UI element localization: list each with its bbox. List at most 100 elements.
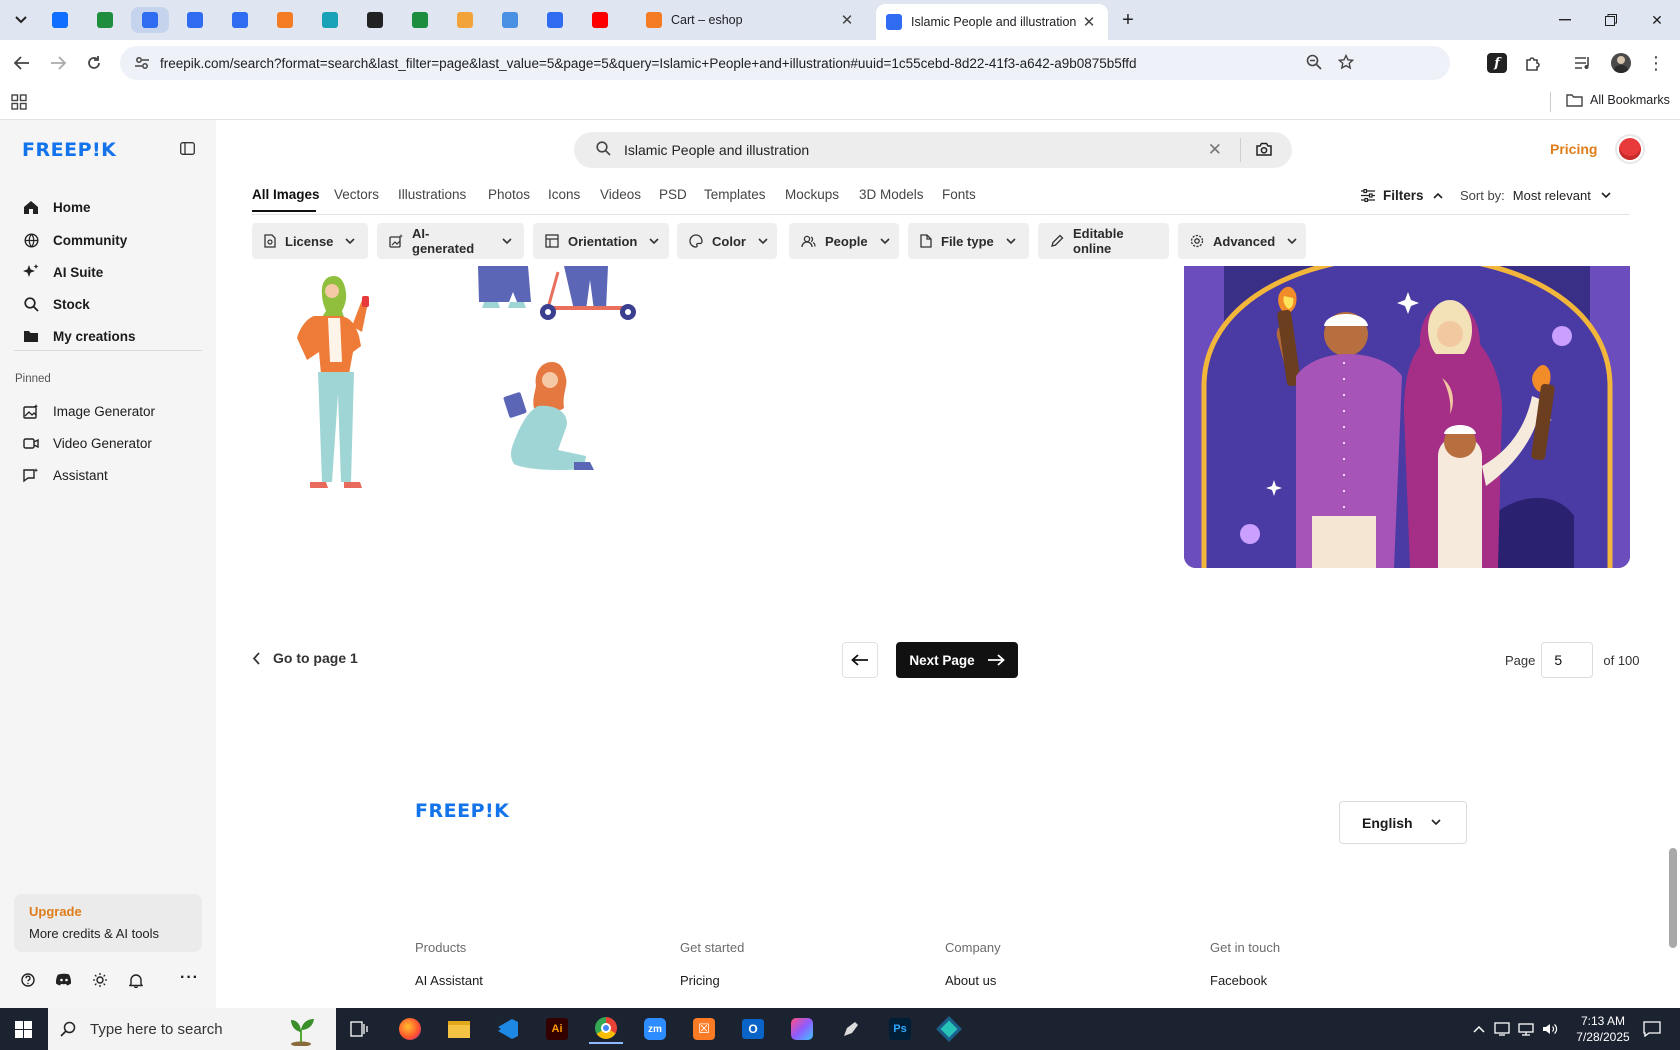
sort-dropdown[interactable]: Sort by: Most relevant: [1460, 188, 1611, 203]
pinned-tab[interactable]: [311, 7, 349, 33]
close-icon[interactable]: ✕: [838, 11, 856, 29]
pinned-tab[interactable]: [536, 7, 574, 33]
minimize-button[interactable]: [1553, 8, 1577, 32]
tab-vectors[interactable]: Vectors: [334, 187, 379, 202]
sidebar-item-video-generator[interactable]: Video Generator: [14, 428, 204, 458]
tray-overflow-icon[interactable]: [1471, 1021, 1487, 1037]
windows-start-icon[interactable]: [15, 1021, 32, 1041]
collapse-sidebar-icon[interactable]: [180, 142, 195, 158]
theme-sun-icon[interactable]: [93, 973, 107, 990]
pinned-tab[interactable]: [491, 7, 529, 33]
tab-search-button[interactable]: [2, 7, 40, 33]
creative-cloud-icon[interactable]: [785, 1014, 819, 1044]
site-info-icon[interactable]: [134, 55, 150, 71]
tab-photos[interactable]: Photos: [488, 187, 530, 202]
filter-ai-generated[interactable]: AI-generated: [377, 223, 524, 259]
pinned-tab[interactable]: [266, 7, 304, 33]
sidebar-item-my-creations[interactable]: My creations: [14, 321, 204, 351]
discord-icon[interactable]: [55, 973, 72, 989]
language-select[interactable]: English: [1339, 801, 1467, 844]
tab-active-freepik[interactable]: Islamic People and illustration ✕: [876, 4, 1108, 40]
tray-app-icon[interactable]: [1494, 1021, 1510, 1037]
pinned-tab[interactable]: [41, 7, 79, 33]
xampp-icon[interactable]: ☒: [687, 1014, 721, 1044]
sidebar-item-home[interactable]: Home: [14, 192, 204, 222]
go-to-first-page-link[interactable]: Go to page 1: [252, 650, 358, 666]
user-avatar[interactable]: [1615, 134, 1645, 164]
browser-menu-icon[interactable]: ⋮: [1645, 52, 1667, 74]
sidebar-item-assistant[interactable]: Assistant: [14, 460, 204, 490]
next-page-button[interactable]: Next Page: [896, 642, 1018, 678]
restore-button[interactable]: [1599, 8, 1623, 32]
photoshop-icon[interactable]: Ps: [883, 1014, 917, 1044]
pinned-tab[interactable]: [581, 7, 619, 33]
pricing-link[interactable]: Pricing: [1550, 141, 1597, 157]
page-number-input[interactable]: 5: [1541, 642, 1594, 678]
outlook-icon[interactable]: O: [736, 1014, 770, 1044]
close-window-button[interactable]: ✕: [1645, 8, 1669, 32]
filter-editable-online[interactable]: Editable online: [1038, 223, 1169, 259]
tab-3d-models[interactable]: 3D Models: [859, 187, 924, 202]
zoom-app-icon[interactable]: zm: [638, 1014, 672, 1044]
footer-link[interactable]: Pricing: [680, 973, 720, 988]
address-bar[interactable]: freepik.com/search?format=search&last_fi…: [120, 46, 1450, 80]
filter-license[interactable]: License: [252, 223, 368, 259]
pinned-tab[interactable]: [401, 7, 439, 33]
footer-link[interactable]: Facebook: [1210, 973, 1267, 988]
help-icon[interactable]: [21, 973, 35, 990]
pinned-tab[interactable]: [356, 7, 394, 33]
footer-link[interactable]: AI Assistant: [415, 973, 483, 988]
all-bookmarks-button[interactable]: All Bookmarks: [1566, 93, 1670, 107]
sidebar-item-stock[interactable]: Stock: [14, 289, 204, 319]
tab-illustrations[interactable]: Illustrations: [398, 187, 466, 202]
clear-search-icon[interactable]: ✕: [1208, 140, 1222, 160]
filter-advanced[interactable]: Advanced: [1178, 223, 1306, 259]
tab-mockups[interactable]: Mockups: [785, 187, 839, 202]
sidebar-item-image-generator[interactable]: Image Generator: [14, 396, 204, 426]
camera-search-icon[interactable]: [1256, 142, 1272, 159]
app-diamond-icon[interactable]: [932, 1014, 966, 1044]
chrome-icon[interactable]: [589, 1014, 623, 1044]
taskbar-clock[interactable]: 7:13 AM 7/28/2025: [1566, 1013, 1640, 1045]
tab-all-images[interactable]: All Images: [252, 187, 320, 202]
result-image-muslim-women-illustration[interactable]: [252, 266, 712, 506]
profile-avatar-icon[interactable]: [1610, 52, 1632, 74]
notifications-bell-icon[interactable]: [128, 973, 144, 991]
result-image-ramadan-family-illustration[interactable]: [1184, 266, 1630, 568]
filter-file-type[interactable]: File type: [908, 223, 1029, 259]
pinned-tab[interactable]: [221, 7, 259, 33]
footer-freepik-logo[interactable]: FREEP!K: [415, 800, 509, 822]
scrollbar-thumb[interactable]: [1669, 848, 1677, 948]
sidebar-item-ai-suite[interactable]: AI Suite: [14, 257, 204, 287]
pinned-tab[interactable]: [131, 7, 169, 33]
media-controls-icon[interactable]: [1572, 52, 1594, 74]
filter-color[interactable]: Color: [677, 223, 777, 259]
upgrade-card[interactable]: Upgrade More credits & AI tools: [14, 894, 202, 952]
volume-icon[interactable]: [1542, 1021, 1558, 1037]
close-icon[interactable]: ✕: [1080, 13, 1098, 31]
pinned-tab[interactable]: [176, 7, 214, 33]
search-input[interactable]: Islamic People and illustration: [624, 142, 1208, 158]
previous-page-button[interactable]: [842, 642, 878, 678]
filters-toggle[interactable]: Filters: [1361, 188, 1443, 203]
pinned-tab[interactable]: [446, 7, 484, 33]
pen-tool-icon[interactable]: [834, 1014, 868, 1044]
apps-grid-icon[interactable]: [11, 94, 27, 113]
filter-people[interactable]: People: [789, 223, 899, 259]
tab-fonts[interactable]: Fonts: [942, 187, 976, 202]
vscode-icon[interactable]: [491, 1014, 525, 1044]
pinned-tab[interactable]: [86, 7, 124, 33]
notification-center-icon[interactable]: [1642, 1021, 1662, 1037]
tab-cart-eshop[interactable]: Cart – eshop ✕: [636, 6, 866, 34]
back-button[interactable]: [10, 51, 34, 75]
url-text[interactable]: freepik.com/search?format=search&last_fi…: [160, 56, 1137, 71]
taskbar-search-box[interactable]: Type here to search: [48, 1008, 336, 1050]
tab-psd[interactable]: PSD: [659, 187, 687, 202]
extension-f-icon[interactable]: f: [1486, 52, 1508, 74]
task-view-icon[interactable]: [342, 1014, 376, 1044]
illustrator-icon[interactable]: Ai: [540, 1014, 574, 1044]
file-explorer-icon[interactable]: [442, 1014, 476, 1044]
search-bar[interactable]: Islamic People and illustration ✕: [574, 132, 1292, 168]
network-icon[interactable]: [1518, 1021, 1534, 1037]
footer-link[interactable]: About us: [945, 973, 996, 988]
